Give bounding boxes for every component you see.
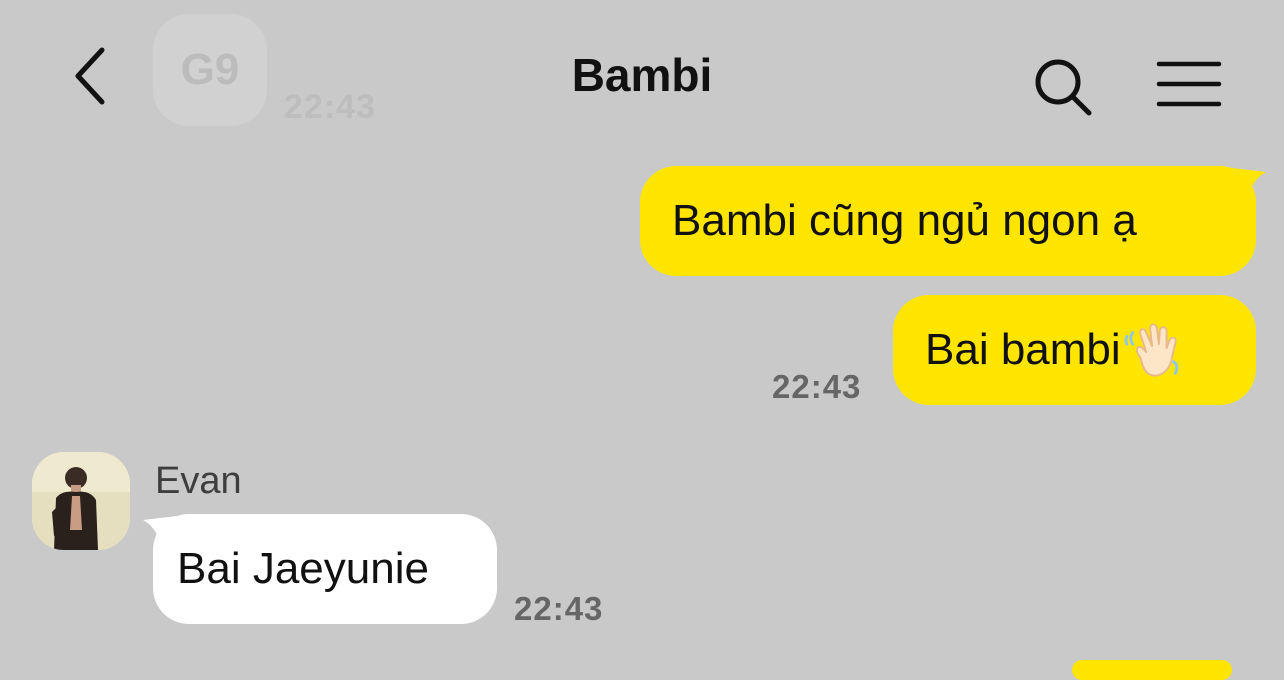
message-text: Bambi cũng ngủ ngon ạ (672, 196, 1137, 245)
waving-hand-icon (1124, 323, 1178, 377)
back-button[interactable] (62, 44, 118, 108)
sender-name: Evan (155, 460, 242, 502)
incoming-message-bubble[interactable]: Bai Jaeyunie (153, 514, 497, 624)
message-timestamp: 22:43 (514, 590, 604, 627)
ghost-avatar-text: G9 (180, 45, 240, 94)
outgoing-message-bubble-partial[interactable] (1072, 660, 1232, 680)
search-button[interactable] (1032, 56, 1096, 120)
outgoing-message-bubble[interactable]: Bambi cũng ngủ ngon ạ (640, 166, 1256, 276)
ghost-timestamp: 22:43 (284, 88, 376, 126)
message-text: Bai bambi (925, 325, 1121, 374)
outgoing-message-bubble[interactable]: Bai bambi (893, 295, 1256, 405)
chat-header: G9 22:43 Bambi (0, 0, 1284, 150)
message-text: Bai Jaeyunie (177, 544, 429, 593)
hamburger-menu-icon (1156, 61, 1222, 107)
message-timestamp: 22:43 (772, 368, 862, 405)
ghost-avatar: G9 (153, 14, 267, 126)
menu-button[interactable] (1154, 56, 1224, 112)
chat-title[interactable]: Bambi (572, 49, 713, 101)
search-icon (1035, 59, 1092, 116)
chevron-left-icon (75, 47, 105, 105)
sender-avatar[interactable] (32, 452, 130, 550)
avatar (32, 452, 130, 550)
